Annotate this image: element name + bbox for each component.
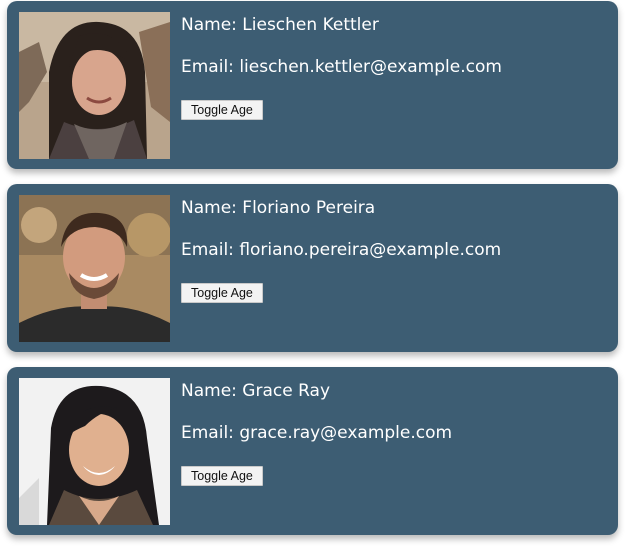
email-prefix: Email: xyxy=(181,57,234,77)
user-email: floriano.pereira@example.com xyxy=(239,240,502,260)
user-photo-icon xyxy=(19,195,170,342)
email-prefix: Email: xyxy=(181,423,234,443)
toggle-age-button[interactable]: Toggle Age xyxy=(181,283,263,303)
name-prefix: Name: xyxy=(181,15,237,35)
user-card-list: Name: Lieschen Kettler Email: lieschen.k… xyxy=(0,0,640,550)
user-email: lieschen.kettler@example.com xyxy=(239,57,502,77)
avatar xyxy=(19,12,170,159)
user-email-line: Email: lieschen.kettler@example.com xyxy=(181,57,502,77)
user-card: Name: Grace Ray Email: grace.ray@example… xyxy=(7,367,618,535)
email-prefix: Email: xyxy=(181,240,234,260)
name-prefix: Name: xyxy=(181,198,237,218)
name-prefix: Name: xyxy=(181,381,237,401)
avatar xyxy=(19,195,170,342)
user-email: grace.ray@example.com xyxy=(239,423,453,443)
user-name: Grace Ray xyxy=(242,381,331,401)
user-card: Name: Floriano Pereira Email: floriano.p… xyxy=(7,184,618,352)
user-name-line: Name: Floriano Pereira xyxy=(181,198,375,218)
user-name: Floriano Pereira xyxy=(242,198,376,218)
avatar xyxy=(19,378,170,525)
toggle-age-button[interactable]: Toggle Age xyxy=(181,100,263,120)
user-photo-icon xyxy=(19,378,170,525)
toggle-age-button[interactable]: Toggle Age xyxy=(181,466,263,486)
user-name-line: Name: Lieschen Kettler xyxy=(181,15,379,35)
user-email-line: Email: grace.ray@example.com xyxy=(181,423,452,443)
user-photo-icon xyxy=(19,12,170,159)
user-name-line: Name: Grace Ray xyxy=(181,381,330,401)
user-card: Name: Lieschen Kettler Email: lieschen.k… xyxy=(7,1,618,169)
user-email-line: Email: floriano.pereira@example.com xyxy=(181,240,501,260)
user-name: Lieschen Kettler xyxy=(242,15,379,35)
